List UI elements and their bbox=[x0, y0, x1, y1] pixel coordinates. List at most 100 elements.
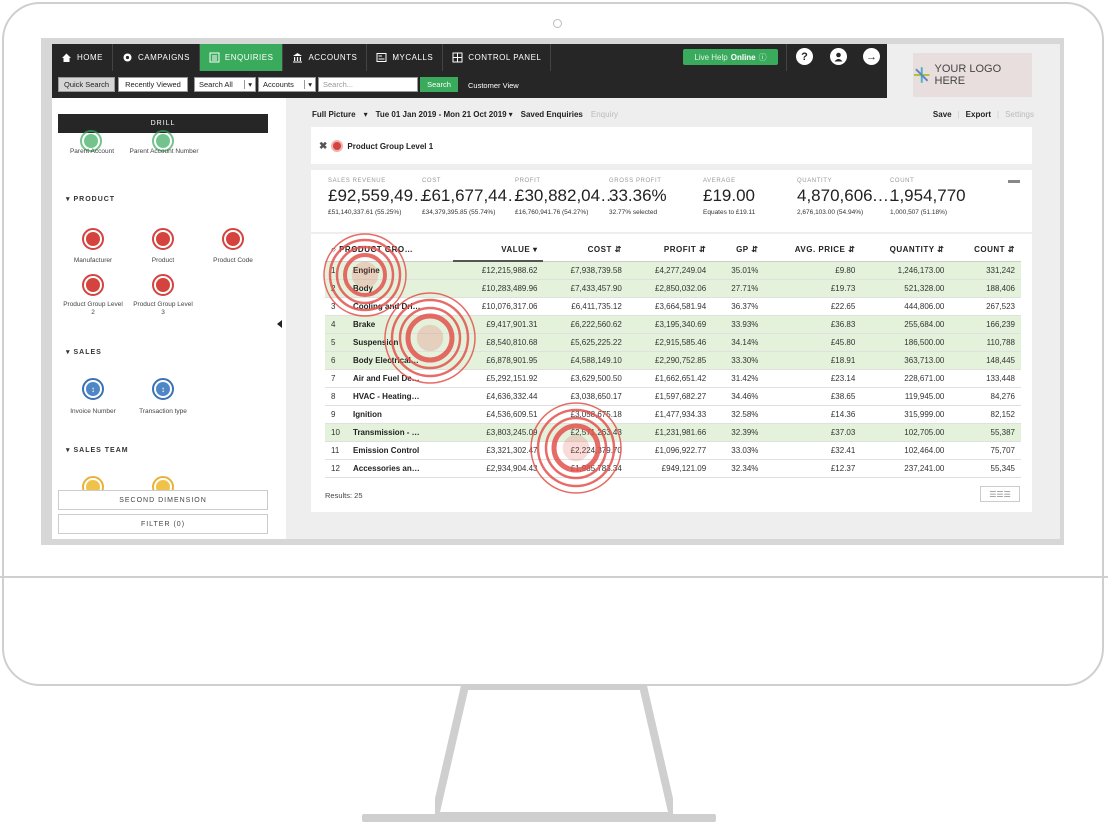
help-icon[interactable]: ? bbox=[796, 48, 813, 65]
user-icon[interactable] bbox=[830, 48, 847, 65]
count-cell: 55,345 bbox=[950, 459, 1021, 478]
nav-accounts[interactable]: ACCOUNTS bbox=[283, 44, 368, 71]
col-profit[interactable]: PROFIT ⇵ bbox=[627, 238, 713, 262]
table-row[interactable]: 7 Air and Fuel De… £5,292,151.92 £3,629,500… bbox=[325, 369, 1021, 388]
save-button[interactable]: Save bbox=[933, 110, 952, 119]
count-cell: 188,406 bbox=[950, 279, 1021, 298]
table-row[interactable]: 8 HVAC - Heating… £4,636,332.44 £3,038,650.… bbox=[325, 387, 1021, 406]
quick-search-tab[interactable]: Quick Search bbox=[58, 77, 115, 92]
product-group-cell[interactable]: Body bbox=[347, 279, 454, 298]
view-select[interactable]: Full Picture bbox=[312, 110, 356, 119]
table-row[interactable]: 1 Engine £12,215,988.62 £7,938,739.58 £4,277… bbox=[325, 261, 1021, 280]
value-cell: £3,321,302.47 bbox=[453, 441, 544, 460]
second-dimension-tab[interactable]: SECOND DIMENSION bbox=[58, 490, 268, 510]
sales-section-head[interactable]: ▾ SALES bbox=[66, 348, 102, 356]
nav-campaigns[interactable]: CAMPAIGNS bbox=[113, 44, 200, 71]
product-code-drill-icon[interactable] bbox=[222, 228, 244, 250]
enquiry-link: Enquiry bbox=[590, 110, 618, 119]
sort-icon: ⇵ bbox=[698, 244, 707, 254]
table-row[interactable]: 5 Suspension £8,540,810.68 £5,625,225.22 £2,… bbox=[325, 333, 1021, 352]
table-row[interactable]: 6 Body Electrical… £6,878,901.95 £4,588,149… bbox=[325, 351, 1021, 370]
stat-value: £61,677,44… bbox=[422, 186, 525, 205]
cost-cell: £4,588,149.10 bbox=[543, 351, 628, 370]
col-product-group[interactable]: ○ PRODUCT GRO… bbox=[325, 238, 454, 262]
transaction-type-label: Transaction type bbox=[139, 408, 187, 415]
search-button[interactable]: Search bbox=[420, 77, 458, 92]
saved-enquiries-link[interactable]: Saved Enquiries bbox=[521, 110, 583, 119]
sort-down-icon: ▾ bbox=[532, 244, 538, 254]
product-group-level-3-icon[interactable] bbox=[152, 274, 174, 296]
product-group-cell[interactable]: Emission Control bbox=[347, 441, 454, 460]
nav-mycalls[interactable]: MYCALLS bbox=[367, 44, 444, 71]
product-group-level-2-icon[interactable] bbox=[82, 274, 104, 296]
collapse-panel-arrow-icon[interactable] bbox=[277, 320, 282, 328]
sort-icon: ⇵ bbox=[848, 244, 856, 254]
product-group-cell[interactable]: Accessories an… bbox=[347, 459, 454, 478]
filter-tab[interactable]: FILTER (0) bbox=[58, 514, 268, 534]
monitor-base bbox=[362, 814, 716, 822]
sales-team-section-head[interactable]: ▾ SALES TEAM bbox=[66, 446, 129, 454]
table-row[interactable]: 11 Emission Control £3,321,302.47 £2,224,37… bbox=[325, 441, 1021, 460]
col-value[interactable]: PRODUCT GRO…VALUE ▾ bbox=[453, 238, 544, 262]
product-group-cell[interactable]: Suspension bbox=[347, 333, 454, 352]
logout-arrow-icon[interactable]: → bbox=[863, 48, 880, 65]
calls-icon bbox=[376, 52, 387, 63]
active-filter-box: ✖ Product Group Level 1 bbox=[311, 127, 1032, 164]
col-count[interactable]: COUNT ⇵ bbox=[950, 238, 1021, 262]
col-quantity[interactable]: QUANTITY ⇵ bbox=[861, 238, 951, 262]
table-row[interactable]: 2 Body £10,283,489.96 £7,433,457.90 £2,850,0… bbox=[325, 279, 1021, 298]
product-group-cell[interactable]: Transmission - … bbox=[347, 423, 454, 442]
manufacturer-drill-icon[interactable] bbox=[82, 228, 104, 250]
chevron-down-icon: ▾ bbox=[304, 80, 312, 89]
count-cell: 331,242 bbox=[950, 261, 1021, 280]
accounts-select[interactable]: Accounts ▾ bbox=[258, 77, 316, 92]
close-icon[interactable]: ✖ bbox=[319, 141, 327, 152]
stat-label: PROFIT bbox=[515, 178, 541, 184]
product-group-cell[interactable]: HVAC - Heating… bbox=[347, 387, 454, 406]
count-cell: 166,239 bbox=[950, 315, 1021, 334]
product-group-cell[interactable]: Engine bbox=[347, 261, 454, 280]
search-input[interactable]: Search... bbox=[318, 77, 418, 92]
table-row[interactable]: 3 Cooling and Dri… £10,076,317.06 £6,411,73… bbox=[325, 297, 1021, 316]
results-table: ○ PRODUCT GRO… PRODUCT GRO…VALUE ▾ COST … bbox=[325, 238, 1021, 478]
sort-circle-icon: ○ bbox=[331, 244, 337, 254]
customer-view-link[interactable]: Customer View bbox=[468, 81, 519, 90]
product-drill-icon[interactable] bbox=[152, 228, 174, 250]
live-help-button[interactable]: Live Help Online ⓘ bbox=[683, 49, 778, 65]
table-row[interactable]: 12 Accessories an… £2,934,904.43 £1,985,783… bbox=[325, 459, 1021, 478]
product-group-cell[interactable]: Ignition bbox=[347, 405, 454, 424]
search-all-select[interactable]: Search All ▾ bbox=[194, 77, 256, 92]
gp-cell: 33.30% bbox=[712, 351, 765, 370]
avg-cell: £12.37 bbox=[764, 459, 862, 478]
col-cost[interactable]: COST ⇵ bbox=[543, 238, 628, 262]
parent-account-number-label: Parent Account Number bbox=[129, 148, 199, 155]
row-number: 3 bbox=[325, 297, 347, 316]
minimize-icon[interactable] bbox=[1008, 180, 1020, 183]
product-group-cell[interactable]: Body Electrical… bbox=[347, 351, 454, 370]
transaction-type-icon[interactable]: ↕ bbox=[152, 378, 174, 400]
profit-cell: £1,231,981.66 bbox=[627, 423, 713, 442]
nav-control-panel[interactable]: CONTROL PANEL bbox=[443, 44, 552, 71]
nav-home[interactable]: HOME bbox=[52, 44, 113, 71]
table-row[interactable]: 10 Transmission - … £3,803,245.09 £2,571,26… bbox=[325, 423, 1021, 442]
filter-chip-label: Product Group Level 1 bbox=[347, 141, 434, 151]
chevron-down-icon[interactable]: ▾ bbox=[509, 110, 513, 119]
export-button[interactable]: Export bbox=[966, 110, 991, 119]
col-avg-price[interactable]: AVG. PRICE ⇵ bbox=[764, 238, 862, 262]
recently-viewed-tab[interactable]: Recently Viewed bbox=[118, 77, 188, 92]
product-group-cell[interactable]: Brake bbox=[347, 315, 454, 334]
product-section-head[interactable]: ▾ PRODUCT bbox=[66, 195, 115, 203]
product-group-cell[interactable]: Air and Fuel De… bbox=[347, 369, 454, 388]
nav-enquiries[interactable]: ENQUIRIES bbox=[199, 44, 284, 71]
chevron-down-icon[interactable]: ▾ bbox=[364, 110, 368, 119]
gp-cell: 36.37% bbox=[712, 297, 765, 316]
date-range-select[interactable]: Tue 01 Jan 2019 - Mon 21 Oct 2019 bbox=[376, 110, 507, 119]
view-toggle-icon[interactable]: ☰☰☰ bbox=[980, 486, 1020, 502]
stat-sub: Equates to £19.11 bbox=[703, 209, 756, 216]
product-group-cell[interactable]: Cooling and Dri… bbox=[347, 297, 454, 316]
invoice-number-icon[interactable]: ↕ bbox=[82, 378, 104, 400]
sort-icon: ⇵ bbox=[614, 244, 622, 254]
col-gp[interactable]: GP ⇵ bbox=[712, 238, 765, 262]
table-row[interactable]: 9 Ignition £4,536,609.51 £3,058,675.18 £1,47… bbox=[325, 405, 1021, 424]
table-row[interactable]: 4 Brake £9,417,901.31 £6,222,560.62 £3,195,3… bbox=[325, 315, 1021, 334]
